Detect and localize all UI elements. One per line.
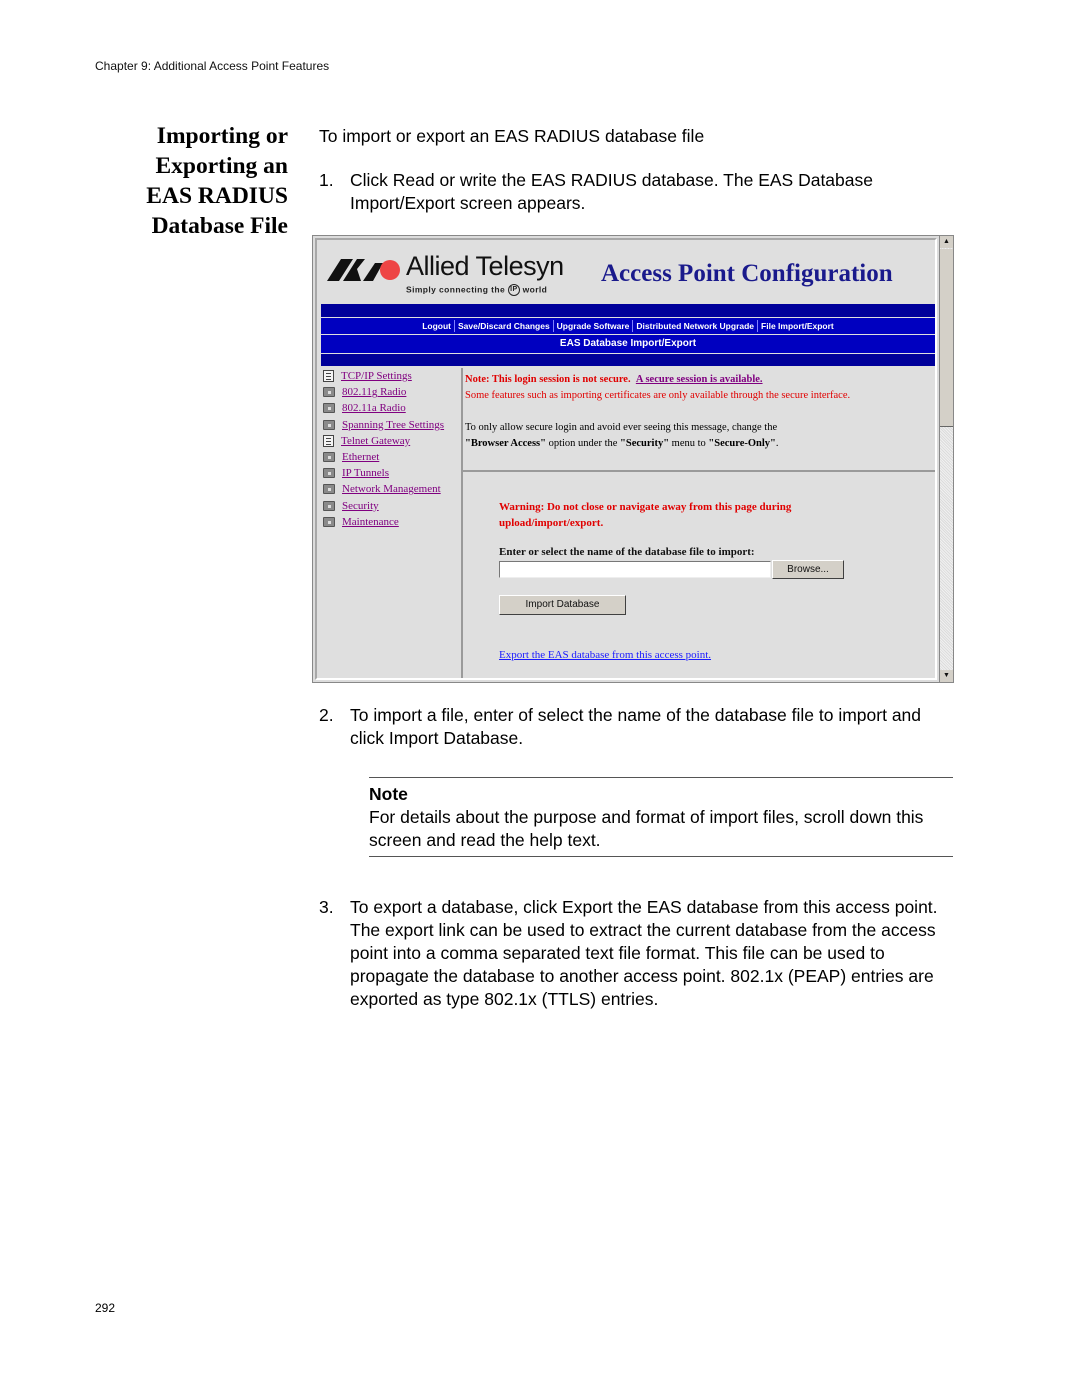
- logo-mark-icon: [327, 259, 400, 281]
- sidebar-item-ip-tunnels[interactable]: IP Tunnels: [323, 465, 461, 481]
- step-text: To import a file, enter of select the na…: [350, 705, 922, 748]
- note-box: Note For details about the purpose and f…: [369, 777, 953, 857]
- nav-save-discard-changes[interactable]: Save/Discard Changes: [455, 321, 553, 331]
- sidebar-item-label[interactable]: Spanning Tree Settings: [342, 419, 444, 431]
- nav-distributed-network-upgrade[interactable]: Distributed Network Upgrade: [633, 321, 757, 331]
- nav-bar-bottom: [321, 354, 935, 366]
- folder-icon: [323, 516, 335, 527]
- scroll-thumb[interactable]: [940, 249, 953, 427]
- secure-only-term: "Secure-Only": [708, 438, 776, 449]
- note-text: For details about the purpose and format…: [369, 807, 924, 850]
- step-number: 1.: [319, 170, 334, 190]
- import-database-button[interactable]: Import Database: [499, 595, 626, 615]
- security-menu-term: "Security": [620, 438, 670, 449]
- browser-viewport: Allied Telesyn Simply connecting the IP …: [315, 238, 937, 680]
- sidebar-item-spanning-tree-settings[interactable]: Spanning Tree Settings: [323, 417, 461, 433]
- banner: Allied Telesyn Simply connecting the IP …: [317, 240, 935, 304]
- sidebar-item-ethernet[interactable]: Ethernet: [323, 449, 461, 465]
- sidebar-item-label[interactable]: 802.11g Radio: [342, 386, 406, 398]
- folder-icon: [323, 403, 335, 414]
- tagline-text: world: [522, 284, 548, 295]
- vertical-scrollbar[interactable]: ▲ ▼: [939, 236, 953, 682]
- sidebar-item-802-11g-radio[interactable]: 802.11g Radio: [323, 384, 461, 400]
- content-area: Note: This login session is not secure. …: [463, 368, 935, 678]
- secure-only-instructions-line2: "Browser Access" option under the "Secur…: [465, 436, 850, 452]
- instruction-text: .: [775, 438, 779, 449]
- insecure-session-note: Note: This login session is not secure.: [465, 374, 631, 385]
- sidebar-item-label[interactable]: Network Management: [342, 483, 441, 495]
- page-title: EAS Database Import/Export: [321, 335, 935, 353]
- browse-button[interactable]: Browse...: [772, 560, 844, 579]
- logo-tagline: Simply connecting the IP world: [406, 284, 547, 296]
- sidebar-item-label[interactable]: 802.11a Radio: [342, 402, 406, 414]
- folder-icon: [323, 452, 335, 463]
- nav-bar-top: [321, 304, 935, 317]
- app-title: Access Point Configuration: [601, 260, 893, 287]
- heading-line: Database File: [151, 213, 288, 239]
- allied-telesyn-logo: Allied Telesyn Simply connecting the IP …: [327, 251, 577, 299]
- nav-upgrade-software[interactable]: Upgrade Software: [554, 321, 633, 331]
- warning-line: Warning: Do not close or navigate away f…: [499, 501, 792, 513]
- security-message: Note: This login session is not secure. …: [465, 372, 850, 452]
- sidebar-item-label[interactable]: Security: [342, 500, 379, 512]
- logo-name: Allied Telesyn: [406, 251, 564, 281]
- sidebar-item-label[interactable]: TCP/IP Settings: [341, 370, 412, 382]
- folder-icon: [323, 387, 335, 398]
- sidebar-item-maintenance[interactable]: Maintenance: [323, 514, 461, 530]
- folder-icon: [323, 500, 335, 511]
- heading-line: Importing or: [156, 123, 288, 149]
- embedded-screenshot: Allied Telesyn Simply connecting the IP …: [312, 235, 954, 683]
- secure-only-instructions: To only allow secure login and avoid eve…: [465, 422, 778, 433]
- scroll-up-arrow-icon[interactable]: ▲: [940, 236, 953, 248]
- section-heading: Importing or Exporting an EAS RADIUS Dat…: [100, 121, 288, 241]
- database-file-input[interactable]: [499, 561, 771, 578]
- ip-icon: IP: [507, 284, 520, 296]
- secure-session-link[interactable]: A secure session is available.: [636, 374, 763, 385]
- step-text: To export a database, click Export the E…: [350, 897, 938, 1009]
- sidebar-item-label[interactable]: IP Tunnels: [342, 467, 389, 479]
- sidebar-item-label[interactable]: Ethernet: [342, 451, 379, 463]
- features-note: Some features such as importing certific…: [465, 390, 851, 401]
- step-text: Click Read or write the EAS RADIUS datab…: [350, 170, 873, 213]
- sidebar-item-802-11a-radio[interactable]: 802.11a Radio: [323, 400, 461, 416]
- export-database-link[interactable]: Export the EAS database from this access…: [499, 649, 711, 661]
- sidebar-item-telnet-gateway[interactable]: Telnet Gateway: [323, 433, 461, 449]
- folder-icon: [323, 484, 335, 495]
- note-title: Note: [369, 784, 408, 804]
- page-number: 292: [95, 1301, 116, 1315]
- scroll-down-arrow-icon[interactable]: ▼: [940, 670, 953, 682]
- folder-icon: [323, 468, 335, 479]
- warning-message: Warning: Do not close or navigate away f…: [499, 499, 791, 531]
- tagline-text: Simply connecting the: [406, 284, 506, 295]
- browser-access-term: "Browser Access": [465, 438, 546, 449]
- page-icon: [323, 434, 334, 447]
- page-icon: [323, 370, 334, 383]
- folder-icon: [323, 419, 335, 430]
- instruction-text: menu to: [669, 438, 709, 449]
- top-nav: Logout Save/Discard Changes Upgrade Soft…: [321, 318, 935, 334]
- divider: [463, 470, 935, 472]
- heading-line: Exporting an: [155, 153, 288, 179]
- nav-file-import-export[interactable]: File Import/Export: [758, 321, 837, 331]
- sidebar-item-tcp-ip-settings[interactable]: TCP/IP Settings: [323, 368, 461, 384]
- sidebar: TCP/IP Settings 802.11g Radio 802.11a Ra…: [321, 368, 463, 678]
- step-number: 3.: [319, 897, 334, 917]
- step-number: 2.: [319, 705, 334, 725]
- instruction-text: option under the: [545, 438, 621, 449]
- warning-line: upload/import/export.: [499, 517, 604, 529]
- running-header: Chapter 9: Additional Access Point Featu…: [95, 59, 330, 73]
- file-prompt-label: Enter or select the name of the database…: [499, 546, 755, 558]
- nav-logout[interactable]: Logout: [419, 321, 454, 331]
- intro-text: To import or export an EAS RADIUS databa…: [319, 126, 705, 146]
- sidebar-item-security[interactable]: Security: [323, 498, 461, 514]
- heading-line: EAS RADIUS: [146, 183, 288, 209]
- sidebar-item-label[interactable]: Telnet Gateway: [341, 435, 410, 447]
- sidebar-item-label[interactable]: Maintenance: [342, 516, 399, 528]
- sidebar-item-network-management[interactable]: Network Management: [323, 481, 461, 497]
